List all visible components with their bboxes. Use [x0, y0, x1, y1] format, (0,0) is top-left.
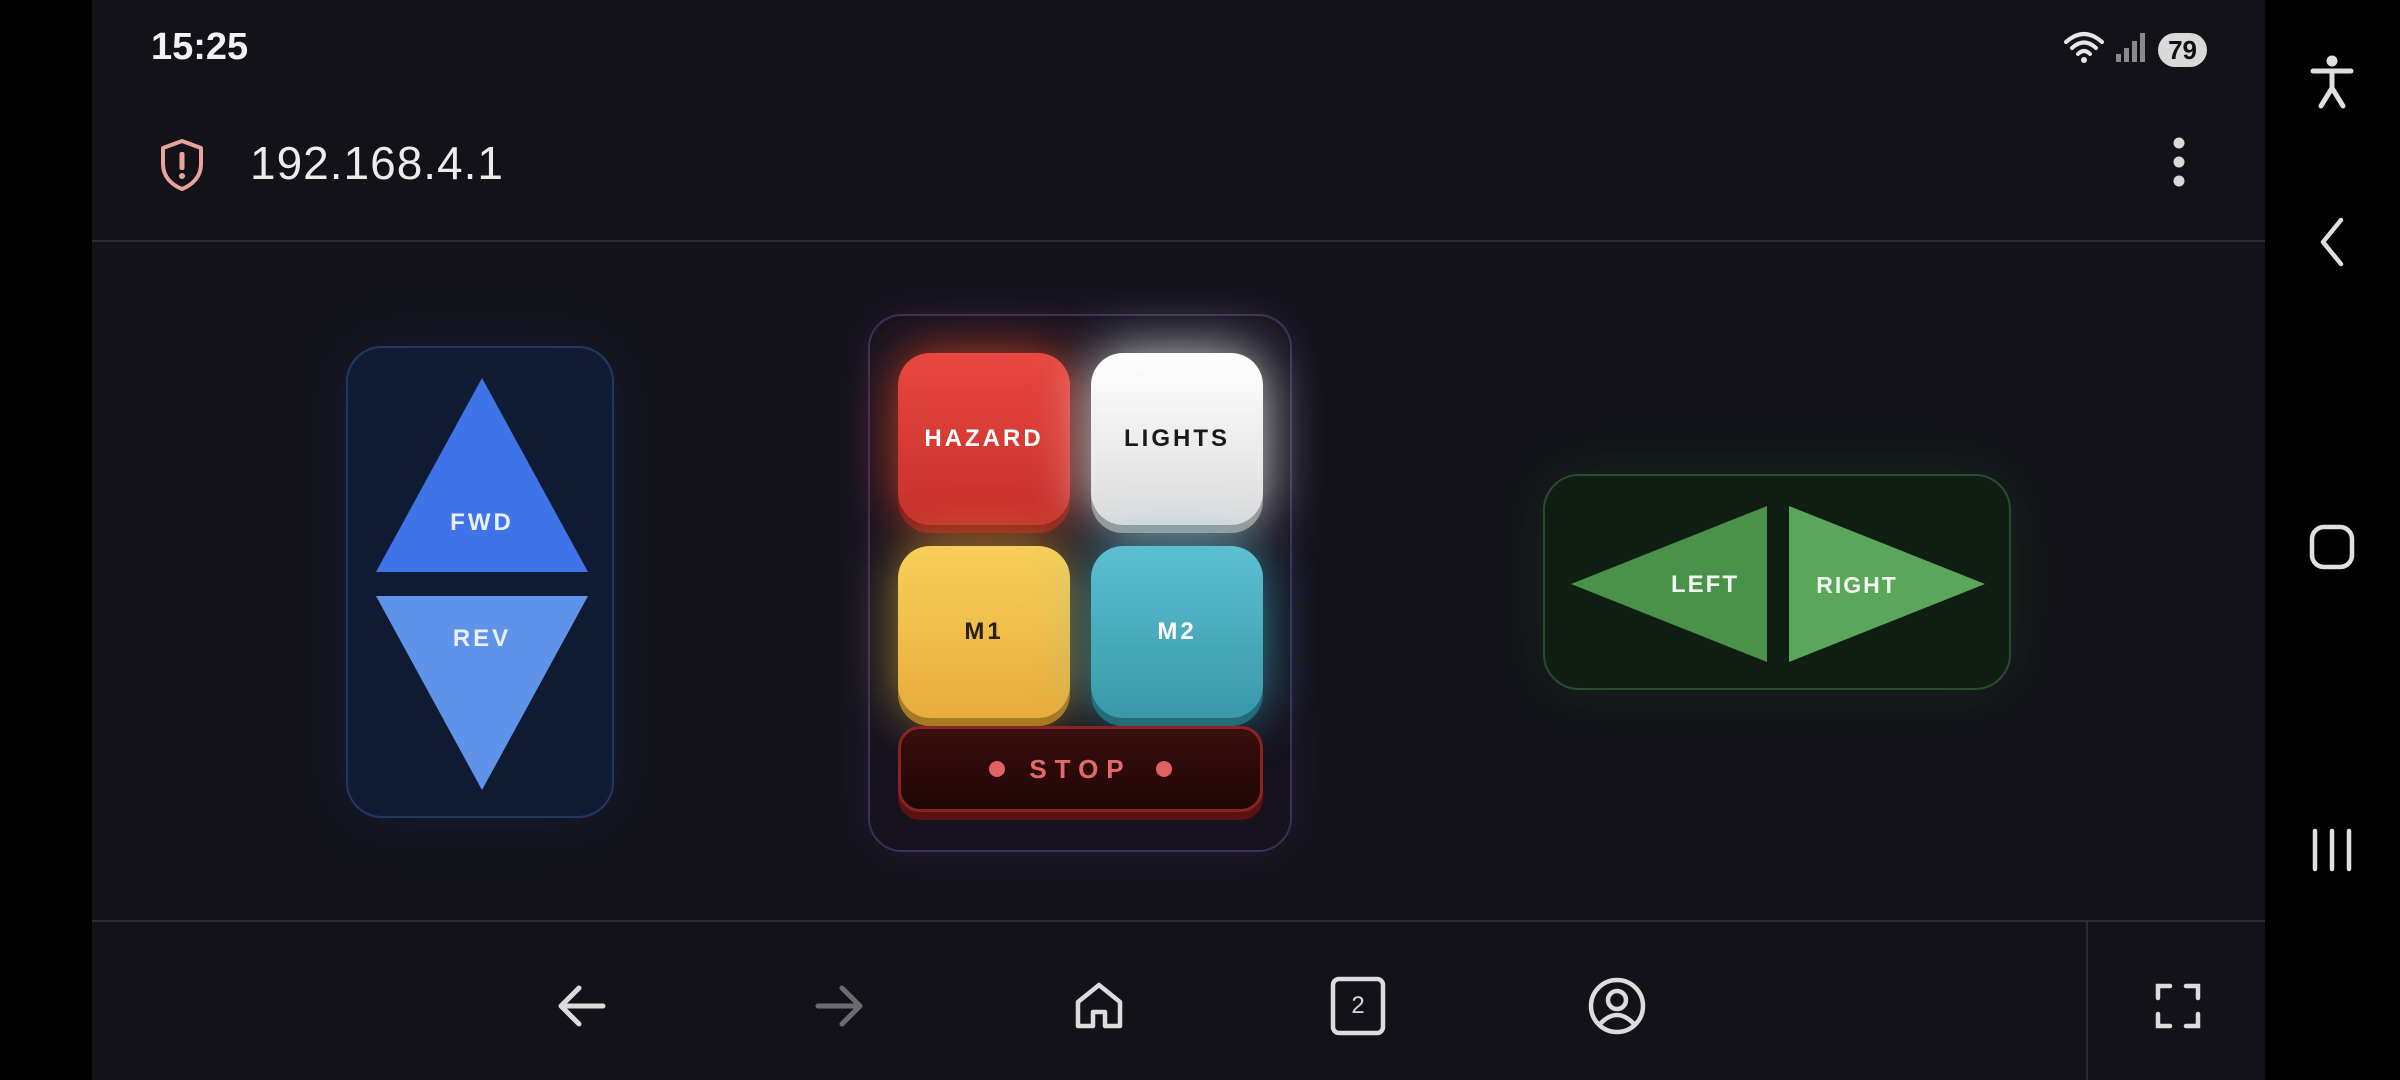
nav-home-icon[interactable] [2300, 515, 2364, 579]
stop-label: STOP [1029, 753, 1132, 784]
nav-back-icon[interactable] [2300, 210, 2364, 274]
forward-label: FWD [450, 509, 514, 536]
tabs-count: 2 [1351, 992, 1365, 1019]
url-text[interactable]: 192.168.4.1 [250, 136, 504, 190]
shield-alert-icon[interactable] [158, 138, 206, 197]
lights-button[interactable]: LIGHTS [1091, 353, 1263, 525]
m1-label: M1 [964, 618, 1004, 645]
m1-button[interactable]: M1 [898, 546, 1070, 718]
battery-indicator: 79 [2158, 32, 2207, 67]
arrow-forward-icon[interactable] [808, 974, 872, 1038]
status-time: 15:25 [151, 26, 249, 68]
right-label: RIGHT [1816, 572, 1898, 598]
arrow-back-icon[interactable] [549, 974, 613, 1038]
recents-icon[interactable] [2300, 818, 2364, 882]
toolbar-divider [2086, 922, 2088, 1080]
left-bezel [0, 0, 92, 1080]
fullscreen-icon[interactable] [2146, 974, 2210, 1038]
web-content: FWD REV HAZARD LIGHTS M1 M2 STOP LEFT RI… [92, 244, 2265, 920]
left-label: LEFT [1671, 571, 1739, 598]
forward-button[interactable] [376, 378, 588, 572]
accessibility-icon[interactable] [2300, 50, 2364, 114]
drive-pad: FWD REV [346, 346, 614, 818]
phone-screen: 15:25 79 192.168.4.1 FWD REV HAZARD LIGH… [92, 0, 2265, 1080]
lights-label: LIGHTS [1124, 425, 1230, 452]
hazard-label: HAZARD [924, 425, 1044, 452]
more-vert-icon[interactable] [2171, 136, 2187, 193]
url-bar[interactable]: 192.168.4.1 [92, 90, 2265, 242]
m2-label: M2 [1157, 618, 1197, 645]
browser-toolbar: 2 [92, 920, 2265, 1080]
reverse-label: REV [453, 625, 511, 652]
stop-dot-right [1155, 761, 1172, 777]
stop-dot-left [989, 761, 1006, 777]
m2-button[interactable]: M2 [1091, 546, 1263, 718]
account-icon[interactable] [1585, 974, 1649, 1038]
signal-icon [2114, 30, 2148, 69]
steering-pad: LEFT RIGHT [1543, 474, 2011, 690]
hazard-button[interactable]: HAZARD [898, 353, 1070, 525]
wifi-icon [2064, 30, 2105, 69]
function-panel: HAZARD LIGHTS M1 M2 STOP [868, 314, 1292, 852]
stop-button[interactable]: STOP [898, 726, 1263, 812]
tabs-icon[interactable]: 2 [1326, 974, 1390, 1038]
status-icons: 79 [2064, 30, 2207, 69]
home-icon[interactable] [1067, 974, 1131, 1038]
